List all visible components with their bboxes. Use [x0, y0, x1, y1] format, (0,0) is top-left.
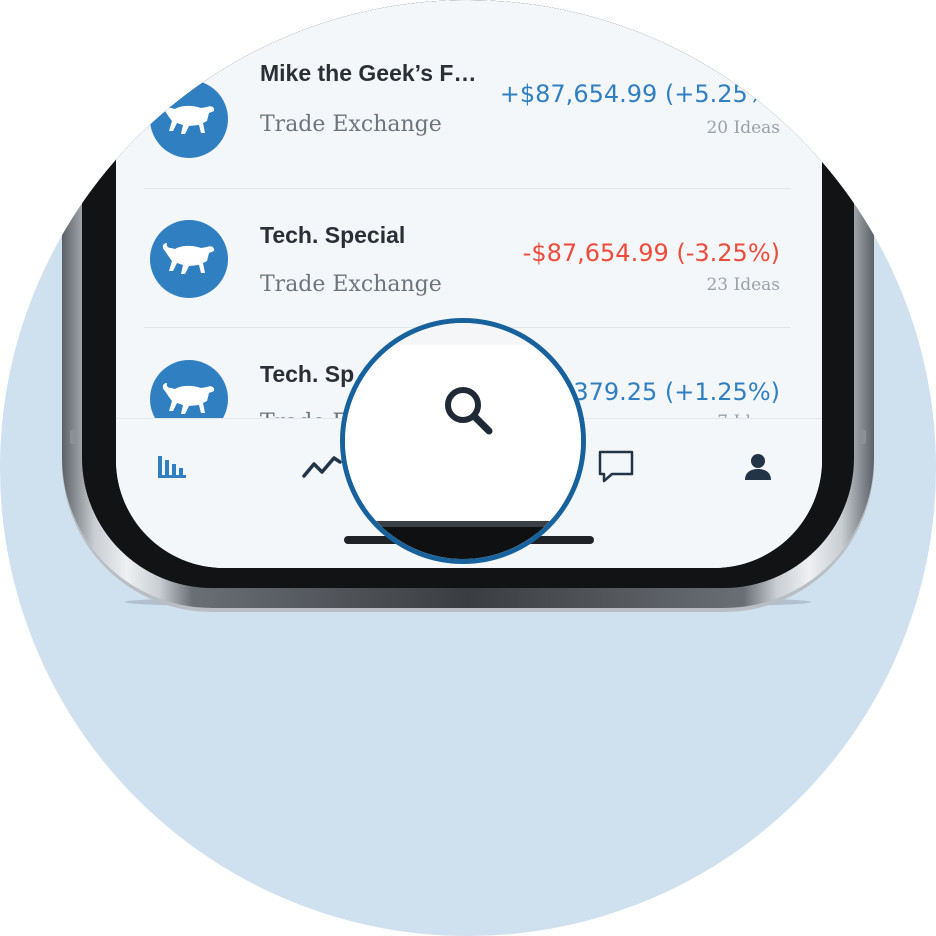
tab-profile[interactable]	[730, 439, 786, 495]
background-circle: g Mike the Geek’s F… Trade Exchange +$87…	[0, 0, 936, 936]
list-item-value: -$87,654.99 (-3.25%)	[522, 239, 780, 267]
bull-icon	[162, 243, 215, 274]
person-icon	[745, 454, 771, 480]
list-item-value: +$87,654.99 (+5.25%)	[499, 80, 780, 108]
trend-line-icon	[302, 456, 342, 478]
list-item-title: Tech. Special	[260, 222, 406, 248]
list-item-ideas-count: 20 Ideas	[706, 118, 780, 138]
list-item-value: 379.25 (+1.25%)	[573, 378, 780, 406]
section-title: g	[266, 0, 281, 16]
phone-side-button	[70, 430, 76, 444]
bull-logo-avatar	[150, 220, 228, 298]
bull-logo-avatar	[150, 80, 228, 158]
list-item-subtitle: Trade Exchange	[260, 272, 442, 297]
list-item-title: Tech. Sp	[260, 361, 355, 387]
list-item[interactable]: Tech. Special Trade Exchange -$87,654.99…	[144, 189, 790, 328]
phone-side-button	[860, 430, 866, 444]
list-item[interactable]: Mike the Geek’s F… Trade Exchange +$87,6…	[144, 50, 790, 189]
bar-chart-icon	[158, 456, 186, 478]
list-item-ideas-count: 23 Ideas	[706, 275, 780, 295]
tab-messages[interactable]	[588, 439, 644, 495]
bull-icon	[162, 383, 215, 414]
magnifier-callout	[340, 318, 586, 564]
list-item-title: Mike the Geek’s F…	[260, 60, 477, 86]
magnified-list-edge	[345, 323, 581, 346]
tab-portfolio[interactable]	[144, 439, 200, 495]
bull-icon	[162, 103, 215, 134]
search-icon	[445, 387, 493, 435]
list-item-subtitle: Trade Exchange	[260, 112, 442, 137]
chat-bubble-icon	[598, 450, 634, 483]
magnified-phone-bezel	[345, 527, 581, 559]
